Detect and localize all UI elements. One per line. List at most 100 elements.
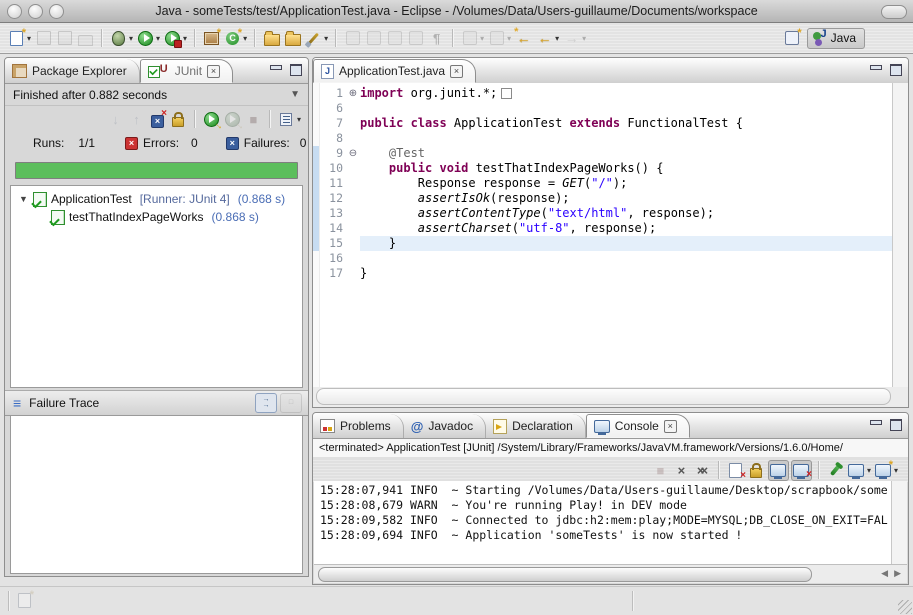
code-text[interactable] [360, 131, 893, 146]
run-external-tools-icon[interactable] [163, 29, 182, 48]
run-dropdown-icon[interactable]: ▾ [156, 34, 160, 43]
folded-code-icon[interactable] [501, 88, 512, 99]
code-line[interactable]: 16 [319, 251, 893, 266]
tab-junit[interactable]: U JUnit × [140, 59, 233, 83]
code-line[interactable]: 14 assertCharset("utf-8", response); [319, 221, 893, 236]
debug-dropdown-icon[interactable]: ▾ [129, 34, 133, 43]
fold-collapsed-icon[interactable]: ⊕ [346, 86, 360, 101]
show-failures-only-icon[interactable]: ×× [148, 110, 167, 129]
tree-row-test[interactable]: testThatIndexPageWorks (0.868 s) [11, 208, 302, 226]
java-perspective-button[interactable]: J Java [807, 28, 865, 49]
java-search-icon[interactable] [304, 29, 323, 48]
show-stdout-when-changed-icon[interactable] [768, 460, 789, 481]
code-text[interactable]: @Test [360, 146, 893, 161]
display-selected-console-icon[interactable] [847, 461, 866, 480]
scrollbar-thumb[interactable] [318, 567, 812, 582]
code-line[interactable]: 10 public void testThatIndexPageWorks() … [319, 161, 893, 176]
fold-expanded-icon[interactable]: ⊖ [346, 146, 360, 161]
code-line[interactable]: 12 assertIsOk(response); [319, 191, 893, 206]
display-selected-console-dropdown-icon[interactable]: ▾ [867, 466, 871, 475]
tree-row-suite[interactable]: ▼ ApplicationTest [Runner: JUnit 4] (0.8… [11, 190, 302, 208]
code-text[interactable]: public class ApplicationTest extends Fun… [360, 116, 893, 131]
open-resource-icon[interactable] [283, 29, 302, 48]
code-line[interactable]: 11 Response response = GET("/"); [319, 176, 893, 191]
close-console-tab-icon[interactable]: × [664, 420, 677, 433]
toolbar-toggle-button[interactable] [881, 5, 907, 19]
title-bar[interactable]: Java - someTests/test/ApplicationTest.ja… [0, 0, 913, 23]
code-line[interactable]: 7public class ApplicationTest extends Fu… [319, 116, 893, 131]
minimize-window-button[interactable] [28, 4, 43, 19]
maximize-console-button[interactable] [890, 419, 902, 431]
pin-console-icon[interactable] [826, 461, 845, 480]
tab-applicationtest-java[interactable]: J ApplicationTest.java × [313, 59, 476, 83]
show-stderr-when-changed-icon[interactable]: × [791, 460, 812, 481]
maximize-view-button[interactable] [290, 64, 302, 76]
code-line[interactable]: 17} [319, 266, 893, 281]
code-text[interactable]: Response response = GET("/"); [360, 176, 893, 191]
console-output[interactable]: 15:28:07,941 INFO ~ Starting /Volumes/Da… [314, 481, 892, 565]
view-menu-icon[interactable] [277, 110, 296, 129]
open-type-icon[interactable] [262, 29, 281, 48]
code-line[interactable]: 13 assertContentType("text/html", respon… [319, 206, 893, 221]
code-text[interactable]: public void testThatIndexPageWorks() { [360, 161, 893, 176]
show-trace-in-console-button[interactable]: →→ [255, 393, 277, 413]
failure-trace-menu-icon[interactable]: ≡ [13, 397, 21, 409]
remove-launch-icon[interactable]: × [672, 461, 691, 480]
new-java-class-icon[interactable]: C* [223, 29, 242, 48]
minimize-console-button[interactable] [870, 420, 882, 425]
tab-problems[interactable]: Problems [313, 414, 404, 438]
code-line[interactable]: 9⊖ @Test [319, 146, 893, 161]
code-text[interactable]: } [360, 266, 893, 281]
editor-body[interactable]: 1⊕import org.junit.*;67public class Appl… [313, 83, 893, 387]
rerun-test-icon[interactable]: → [202, 110, 221, 129]
current-line[interactable]: } [360, 236, 893, 251]
open-console-dropdown-icon[interactable]: ▾ [894, 466, 898, 475]
code-text[interactable]: import org.junit.*; [360, 86, 893, 101]
tab-javadoc[interactable]: @ Javadoc [404, 414, 486, 438]
minimize-view-button[interactable] [270, 65, 282, 70]
back-icon[interactable]: ← [535, 29, 554, 48]
zoom-window-button[interactable] [49, 4, 64, 19]
failure-trace-body[interactable] [10, 415, 303, 574]
editor-vertical-scrollbar[interactable] [892, 83, 908, 387]
tab-package-explorer[interactable]: Package Explorer [5, 59, 140, 83]
scroll-right-arrow-icon[interactable]: ▶ [894, 568, 901, 579]
view-menu-chevron-icon[interactable]: ▼ [290, 89, 300, 100]
debug-icon[interactable] [109, 29, 128, 48]
run-icon[interactable] [136, 29, 155, 48]
last-edit-location-icon[interactable]: ←* [514, 29, 533, 48]
scroll-lock-icon[interactable] [169, 110, 188, 129]
scroll-lock-icon[interactable] [747, 461, 766, 480]
new-wizard-icon[interactable]: * [7, 29, 26, 48]
code-line[interactable]: 1⊕import org.junit.*; [319, 86, 893, 101]
back-dropdown-icon[interactable]: ▾ [555, 34, 559, 43]
tab-declaration[interactable]: Declaration [486, 414, 586, 438]
junit-test-tree[interactable]: ▼ ApplicationTest [Runner: JUnit 4] (0.8… [10, 185, 303, 388]
console-vertical-scrollbar[interactable] [891, 481, 907, 565]
maximize-editor-button[interactable] [890, 64, 902, 76]
open-perspective-icon[interactable]: * [783, 29, 802, 48]
code-line[interactable]: 6 [319, 101, 893, 116]
open-console-icon[interactable]: * [874, 461, 893, 480]
code-text[interactable]: assertIsOk(response); [360, 191, 893, 206]
new-java-project-icon[interactable]: * [202, 29, 221, 48]
editor-horizontal-scrollbar[interactable] [316, 388, 891, 405]
java-search-dropdown-icon[interactable]: ▾ [324, 34, 328, 43]
new-java-class-dropdown-icon[interactable]: ▾ [243, 34, 247, 43]
code-text[interactable] [360, 251, 893, 266]
new-wizard-dropdown-icon[interactable]: ▾ [27, 34, 31, 43]
clear-console-icon[interactable]: × [726, 461, 745, 480]
close-window-button[interactable] [7, 4, 22, 19]
code-line[interactable]: 8 [319, 131, 893, 146]
code-text[interactable]: assertCharset("utf-8", response); [360, 221, 893, 236]
close-editor-tab-icon[interactable]: × [450, 65, 463, 78]
tab-console[interactable]: Console × [586, 414, 690, 438]
code-text[interactable]: assertContentType("text/html", response)… [360, 206, 893, 221]
expand-collapse-icon[interactable]: ▼ [19, 194, 29, 204]
close-junit-tab-icon[interactable]: × [207, 65, 220, 78]
window-resize-grip[interactable] [898, 600, 912, 614]
view-menu-dropdown-icon[interactable]: ▾ [297, 115, 301, 124]
code-text[interactable] [360, 101, 893, 116]
code-line[interactable]: 15 } [319, 236, 893, 251]
code-lines[interactable]: 1⊕import org.junit.*;67public class Appl… [319, 83, 893, 387]
